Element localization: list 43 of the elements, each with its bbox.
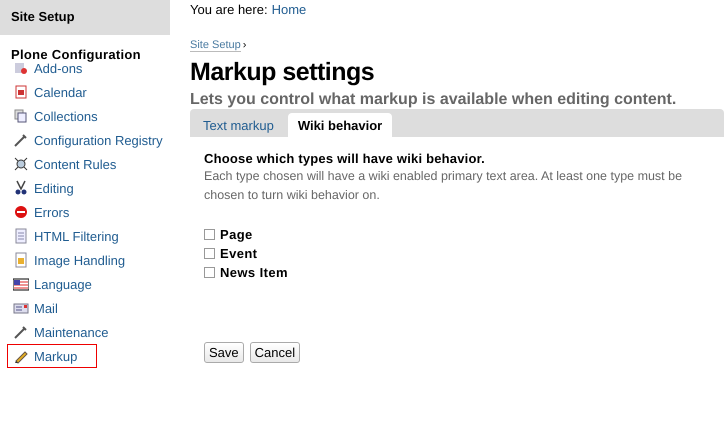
section-heading: Plone Configuration	[10, 46, 142, 62]
add-ons-icon	[13, 60, 29, 76]
sidebar-item[interactable]: Mail	[7, 296, 170, 320]
wrench-icon	[13, 132, 29, 148]
sidebar-item[interactable]: Collections	[7, 104, 170, 128]
tab[interactable]: Text markup	[193, 113, 284, 137]
checkbox[interactable]	[204, 229, 215, 240]
location-label: You are here:	[190, 2, 268, 17]
calendar-icon	[13, 84, 29, 100]
checkbox[interactable]	[204, 267, 215, 278]
tab[interactable]: Wiki behavior	[288, 113, 392, 137]
error-icon	[13, 204, 29, 220]
save-button[interactable]: Save	[204, 342, 244, 363]
field-help: Each type chosen will have a wiki enabled primary text area. At least one type must be chosen to turn wiki behavior on.	[204, 168, 684, 204]
sidebar-item[interactable]: Maintenance	[7, 320, 170, 344]
sidebar-title: Site Setup	[0, 0, 170, 35]
sidebar-item[interactable]: Image Handling	[7, 248, 170, 272]
sidebar-item[interactable]: HTML Filtering	[7, 224, 170, 248]
sidebar-item[interactable]: Markup	[7, 344, 97, 368]
home-link[interactable]: Home	[272, 2, 306, 17]
wrench-icon	[13, 324, 29, 340]
scissors-icon	[13, 180, 29, 196]
document-icon	[13, 228, 29, 244]
sidebar-item[interactable]: Language	[7, 272, 170, 296]
breadcrumb-link[interactable]: Site Setup	[190, 39, 241, 52]
documents-icon	[13, 108, 29, 124]
checkbox-label: Event	[220, 246, 258, 261]
cancel-button[interactable]: Cancel	[250, 342, 300, 363]
page-title: Markup settings	[190, 58, 376, 87]
page-description: Lets you control what markup is available when editing content.	[190, 91, 678, 109]
checkbox-label: News Item	[220, 265, 288, 280]
sidebar-item[interactable]: Calendar	[7, 80, 170, 104]
sidebar-item[interactable]: Editing	[7, 176, 170, 200]
breadcrumb-separator: ›	[242, 39, 246, 52]
sidebar-item[interactable]: Content Rules	[7, 152, 170, 176]
checkbox[interactable]	[204, 248, 215, 259]
field-label: Choose which types will have wiki behavior.	[204, 151, 486, 166]
image-icon	[13, 252, 29, 268]
checkbox-label: Page	[220, 227, 253, 242]
sidebar-item[interactable]: Configuration Registry	[7, 128, 170, 152]
target-icon	[13, 156, 29, 172]
flag-icon	[13, 276, 29, 292]
sidebar-item[interactable]: Errors	[7, 200, 170, 224]
